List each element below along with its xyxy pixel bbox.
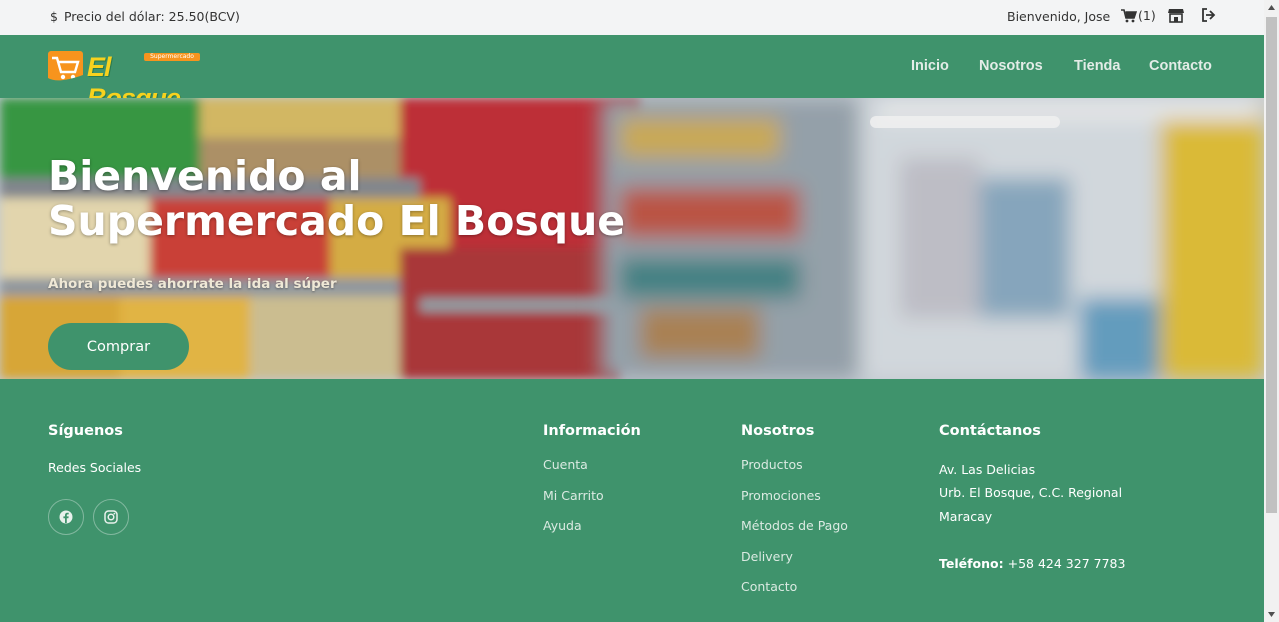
footer-link-delivery[interactable]: Delivery xyxy=(741,549,793,564)
footer-address-line2: Urb. El Bosque, C.C. Regional xyxy=(939,485,1123,500)
store-icon[interactable] xyxy=(1168,8,1184,23)
footer-link-contacto[interactable]: Contacto xyxy=(741,579,797,594)
footer-link-metodos-pago[interactable]: Métodos de Pago xyxy=(741,518,848,533)
footer-link-ayuda[interactable]: Ayuda xyxy=(543,518,582,533)
hero-title: Bienvenido al Supermercado El Bosque xyxy=(48,154,688,244)
logo-cart-icon xyxy=(48,51,83,84)
hero-title-line2: Supermercado El Bosque xyxy=(48,197,626,245)
footer-phone: Teléfono: +58 424 327 7783 xyxy=(939,556,1125,571)
footer-info-column: Información Cuenta Mi Carrito Ayuda xyxy=(543,423,641,533)
nav-inicio[interactable]: Inicio xyxy=(911,58,949,74)
hero-banner: Bienvenido al Supermercado El Bosque Aho… xyxy=(0,98,1264,379)
footer-link-productos[interactable]: Productos xyxy=(741,457,803,472)
logout-icon[interactable] xyxy=(1201,8,1216,22)
footer-info-heading: Información xyxy=(543,423,641,439)
buy-button[interactable]: Comprar xyxy=(48,323,189,370)
hero-subtitle: Ahora puedes ahorrate la ida al súper xyxy=(48,276,337,292)
user-greeting: Bienvenido, Jose xyxy=(1007,9,1111,24)
cart-icon xyxy=(1121,8,1137,23)
footer-city: Maracay xyxy=(939,509,993,524)
nav-contacto[interactable]: Contacto xyxy=(1149,58,1212,74)
instagram-icon[interactable] xyxy=(93,499,129,535)
main-navbar: Supermercado El Bosque Inicio Nosotros T… xyxy=(0,35,1264,113)
cart-button[interactable]: (1) xyxy=(1121,8,1156,23)
dollar-price: $ Precio del dólar: 25.50(BCV) xyxy=(50,9,240,24)
nav-tienda[interactable]: Tienda xyxy=(1074,58,1120,74)
footer-follow-heading: Síguenos xyxy=(48,423,123,439)
footer-link-cuenta[interactable]: Cuenta xyxy=(543,457,588,472)
page-scrollbar[interactable] xyxy=(1264,0,1279,622)
dollar-price-text: Precio del dólar: 25.50(BCV) xyxy=(63,9,240,24)
brand-logo[interactable]: Supermercado El Bosque xyxy=(48,48,200,113)
footer-follow-column: Síguenos xyxy=(48,423,123,439)
scrollbar-thumb[interactable] xyxy=(1266,17,1277,513)
top-bar: $ Precio del dólar: 25.50(BCV) Bienvenido… xyxy=(0,0,1264,35)
footer-social-text: Redes Sociales xyxy=(48,460,142,475)
scroll-up-arrow-icon[interactable] xyxy=(1264,0,1279,15)
scroll-down-arrow-icon[interactable] xyxy=(1264,607,1279,622)
footer-address-line1: Av. Las Delicias xyxy=(939,462,1036,477)
footer-link-mi-carrito[interactable]: Mi Carrito xyxy=(543,488,604,503)
dollar-icon: $ xyxy=(50,9,58,24)
footer-phone-label: Teléfono: xyxy=(939,556,1004,571)
footer-about-heading: Nosotros xyxy=(741,423,815,439)
cart-count: (1) xyxy=(1138,8,1156,23)
footer-contact-heading: Contáctanos xyxy=(939,423,1041,439)
facebook-icon[interactable] xyxy=(48,499,84,535)
footer-contact-column: Contáctanos Av. Las Delicias Urb. El Bos… xyxy=(939,423,1125,571)
nav-nosotros[interactable]: Nosotros xyxy=(979,58,1043,74)
hero-title-line1: Bienvenido al xyxy=(48,152,362,200)
footer-about-column: Nosotros Productos Promociones Métodos d… xyxy=(741,423,848,594)
footer-link-promociones[interactable]: Promociones xyxy=(741,488,821,503)
site-footer: Síguenos Redes Sociales Información Cuen… xyxy=(0,379,1264,622)
footer-phone-number: +58 424 327 7783 xyxy=(1007,556,1126,571)
